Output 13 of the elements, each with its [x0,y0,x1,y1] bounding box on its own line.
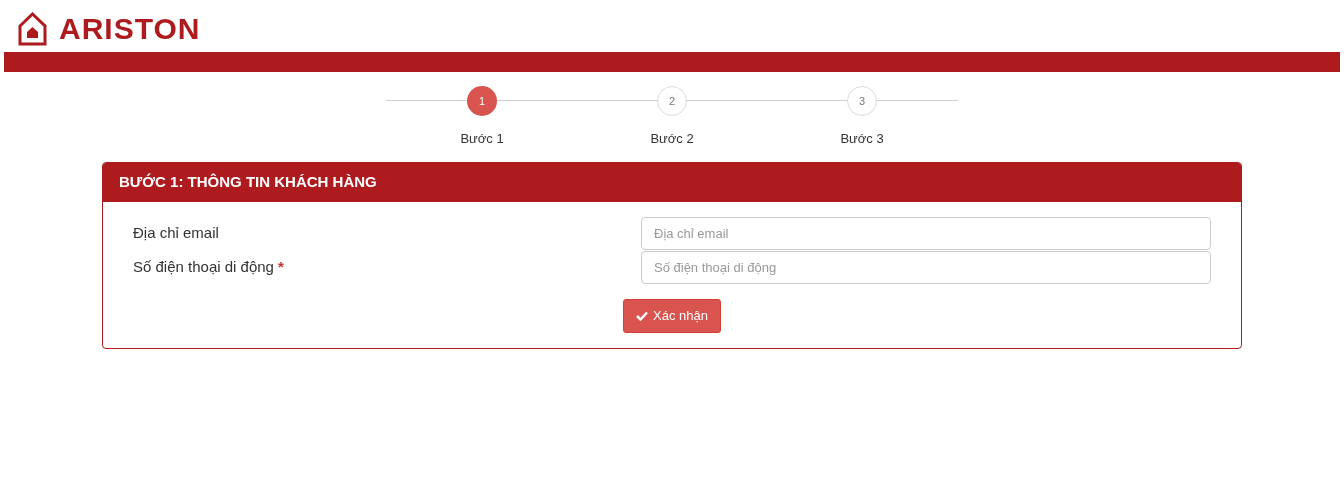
field-label: Địa chỉ email [133,222,219,243]
step-label: Bước 1 [460,130,504,148]
field-label: Số điện thoại di động [133,256,274,277]
step-label: Bước 3 [840,130,884,148]
confirm-button[interactable]: Xác nhận [623,298,721,333]
panel-title: BƯỚC 1: THÔNG TIN KHÁCH HÀNG [119,171,377,192]
input-field[interactable]: Địa chỉ email [641,216,1211,250]
input-field[interactable]: Số điện thoại di động [641,250,1211,284]
step-label: Bước 2 [650,130,694,148]
brand-logo: ARISTON [59,14,201,44]
house-logo-icon [18,12,47,46]
required-mark: * [277,256,284,277]
check-icon [636,310,649,321]
